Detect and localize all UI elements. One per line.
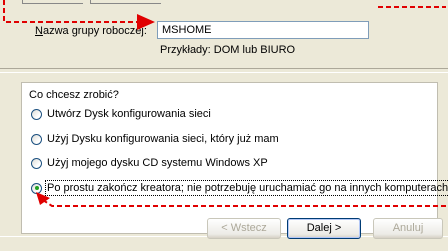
cancel-button[interactable]: Anuluj [373, 218, 443, 239]
next-button[interactable]: Dalej > [287, 218, 361, 239]
back-button[interactable]: < Wstecz [207, 218, 281, 239]
option-label: Użyj Dysku konfigurowania sieci, który j… [47, 133, 279, 145]
radio-button[interactable] [31, 133, 42, 145]
option-use-existing-disk[interactable]: Użyj Dysku konfigurowania sieci, który j… [31, 133, 279, 145]
option-label: Po prostu zakończ kreatora; nie potrzebu… [44, 180, 448, 196]
option-label: Utwórz Dysk konfigurowania sieci [47, 108, 211, 120]
workgroup-input[interactable] [157, 21, 369, 39]
workgroup-example: Przykłady: DOM lub BIURO [160, 44, 296, 56]
choice-question: Co chcesz zrobić? [29, 89, 119, 101]
separator [0, 68, 448, 73]
tab-edge [90, 0, 161, 4]
tab-edge [22, 0, 83, 4]
radio-button-selected[interactable] [31, 182, 42, 194]
option-finish-wizard[interactable]: Po prostu zakończ kreatora; nie potrzebu… [31, 180, 448, 196]
option-create-disk[interactable]: Utwórz Dysk konfigurowania sieci [31, 108, 211, 120]
workgroup-label: Nazwa grupy roboczej: [35, 25, 147, 37]
radio-button[interactable] [31, 157, 42, 169]
option-use-xp-cd[interactable]: Użyj mojego dysku CD systemu Windows XP [31, 157, 268, 169]
radio-button[interactable] [31, 108, 42, 120]
option-label: Użyj mojego dysku CD systemu Windows XP [47, 157, 268, 169]
